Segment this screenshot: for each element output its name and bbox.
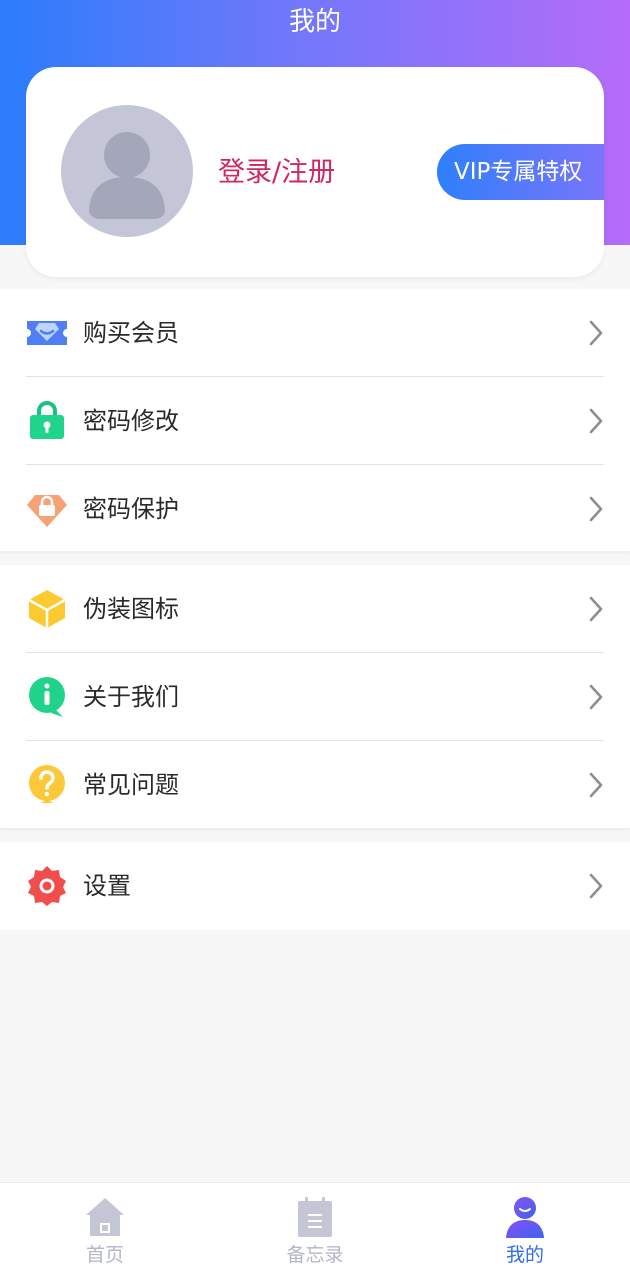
- menu-label: 常见问题: [83, 771, 179, 799]
- chevron-right-icon: [589, 496, 603, 522]
- default-user-icon: [89, 132, 165, 219]
- chevron-right-icon: [589, 873, 603, 899]
- menu-item-disguise-icon[interactable]: 伪装图标: [0, 565, 630, 653]
- vip-privileges-button[interactable]: VIP专属特权: [437, 144, 604, 200]
- orange-shield-lock-icon: [25, 487, 69, 531]
- tab-label: 备忘录: [286, 1244, 344, 1266]
- chevron-right-icon: [589, 596, 603, 622]
- page: 我的 登录/注册 VIP专属特权 购买会员 密码修改 密码保护 伪装图标 关于我…: [0, 0, 630, 1280]
- tab-label: 首页: [85, 1244, 124, 1266]
- menu-label: 密码修改: [83, 407, 179, 435]
- tab-home[interactable]: 首页: [0, 1183, 210, 1280]
- tab-memo[interactable]: 备忘录: [210, 1183, 420, 1280]
- menu-section-settings: 设置: [0, 842, 630, 930]
- menu-item-buy-membership[interactable]: 购买会员: [0, 289, 630, 377]
- vip-card-icon: [25, 311, 69, 355]
- chevron-right-icon: [589, 684, 603, 710]
- memo-icon: [294, 1195, 336, 1239]
- menu-label: 购买会员: [83, 319, 179, 347]
- menu-item-about-us[interactable]: 关于我们: [0, 653, 630, 741]
- tab-mine[interactable]: 我的: [420, 1183, 630, 1280]
- chevron-right-icon: [589, 408, 603, 434]
- menu-item-faq[interactable]: 常见问题: [0, 741, 630, 829]
- menu-label: 关于我们: [83, 683, 179, 711]
- red-gear-icon: [25, 864, 69, 908]
- green-info-icon: [25, 675, 69, 719]
- home-icon: [84, 1195, 126, 1239]
- chevron-right-icon: [589, 320, 603, 346]
- green-lock-icon: [25, 399, 69, 443]
- menu-item-settings[interactable]: 设置: [0, 842, 630, 930]
- yellow-cube-icon: [25, 587, 69, 631]
- menu-label: 伪装图标: [83, 595, 179, 623]
- menu-label: 设置: [83, 872, 131, 900]
- profile-card: 登录/注册 VIP专属特权: [26, 67, 604, 277]
- menu-section-app: 伪装图标 关于我们 常见问题: [0, 565, 630, 828]
- avatar[interactable]: [61, 105, 193, 237]
- login-register-link[interactable]: 登录/注册: [218, 153, 335, 193]
- menu-item-change-password[interactable]: 密码修改: [0, 377, 630, 465]
- menu-label: 密码保护: [83, 495, 179, 523]
- menu-section-account: 购买会员 密码修改 密码保护: [0, 289, 630, 551]
- yellow-question-icon: [25, 763, 69, 807]
- chevron-right-icon: [589, 772, 603, 798]
- tab-label: 我的: [505, 1244, 544, 1266]
- profile-icon: [504, 1195, 546, 1239]
- bottom-tab-bar: 首页 备忘录 我的: [0, 1182, 630, 1280]
- menu-item-password-protection[interactable]: 密码保护: [0, 465, 630, 553]
- page-title: 我的: [288, 7, 341, 37]
